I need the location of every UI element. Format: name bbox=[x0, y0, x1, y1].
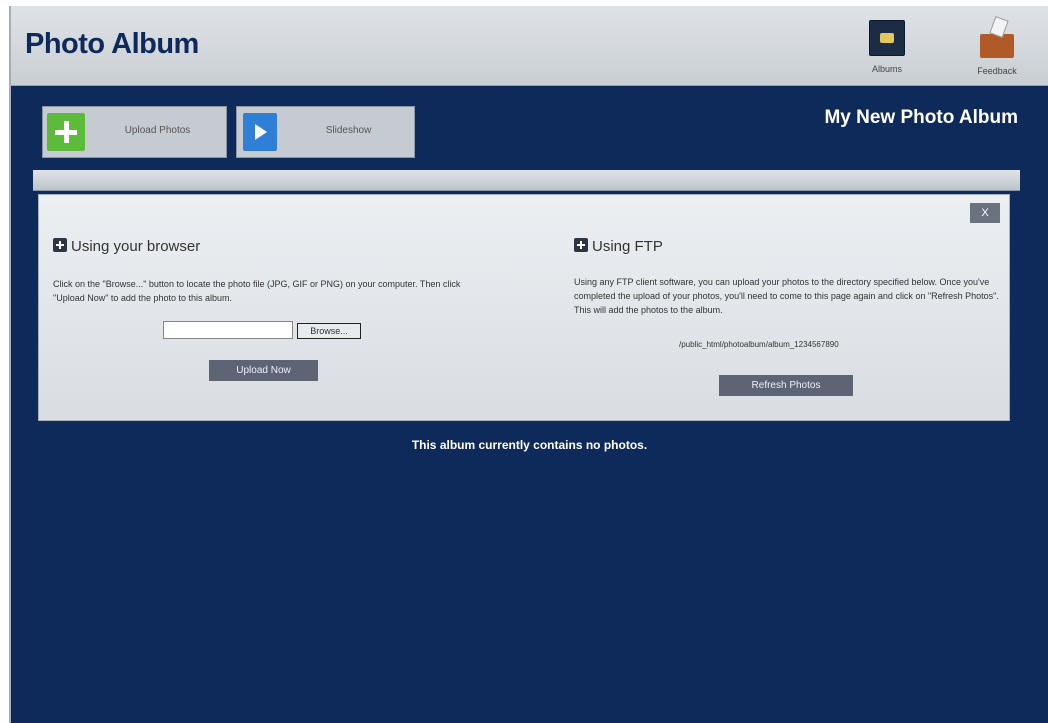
browse-button[interactable]: Browse... bbox=[297, 323, 361, 339]
play-icon bbox=[243, 113, 277, 151]
empty-album-message: This album currently contains no photos. bbox=[411, 438, 648, 452]
albums-button[interactable]: Albums bbox=[857, 16, 917, 80]
ftp-path: /public_html/photoalbum/album_1234567890 bbox=[679, 340, 839, 349]
close-button[interactable]: X bbox=[970, 203, 1000, 223]
expand-icon bbox=[53, 238, 67, 252]
app-window: Photo Album Albums Feedback Upload Photo… bbox=[9, 6, 1048, 723]
slideshow-label: Slideshow bbox=[325, 125, 372, 136]
ftp-instructions: Using any FTP client software, you can u… bbox=[574, 277, 999, 315]
browser-instructions: Click on the "Browse..." button to locat… bbox=[53, 279, 461, 303]
feedback-button[interactable]: Feedback bbox=[967, 16, 1027, 80]
divider-bar bbox=[33, 170, 1020, 191]
header: Photo Album Albums Feedback bbox=[11, 6, 1048, 86]
file-path-input[interactable] bbox=[163, 321, 293, 339]
upload-panel: X Using your browser Click on the "Brows… bbox=[38, 194, 1010, 421]
upload-photos-label: Upload Photos bbox=[124, 125, 191, 136]
browser-section-heading[interactable]: Using your browser bbox=[53, 238, 200, 255]
feedback-icon bbox=[980, 16, 1014, 58]
plus-icon bbox=[47, 113, 85, 151]
feedback-label: Feedback bbox=[977, 66, 1017, 76]
album-title: My New Photo Album bbox=[824, 107, 1018, 128]
upload-now-button[interactable]: Upload Now bbox=[209, 360, 318, 381]
albums-icon bbox=[869, 20, 905, 56]
expand-icon bbox=[574, 238, 588, 252]
refresh-photos-button[interactable]: Refresh Photos bbox=[719, 375, 853, 396]
ftp-section-heading[interactable]: Using FTP bbox=[574, 238, 663, 255]
slideshow-button[interactable]: Slideshow bbox=[236, 106, 415, 158]
upload-photos-button[interactable]: Upload Photos bbox=[42, 106, 227, 158]
app-title: Photo Album bbox=[25, 28, 199, 60]
albums-label: Albums bbox=[871, 64, 902, 74]
